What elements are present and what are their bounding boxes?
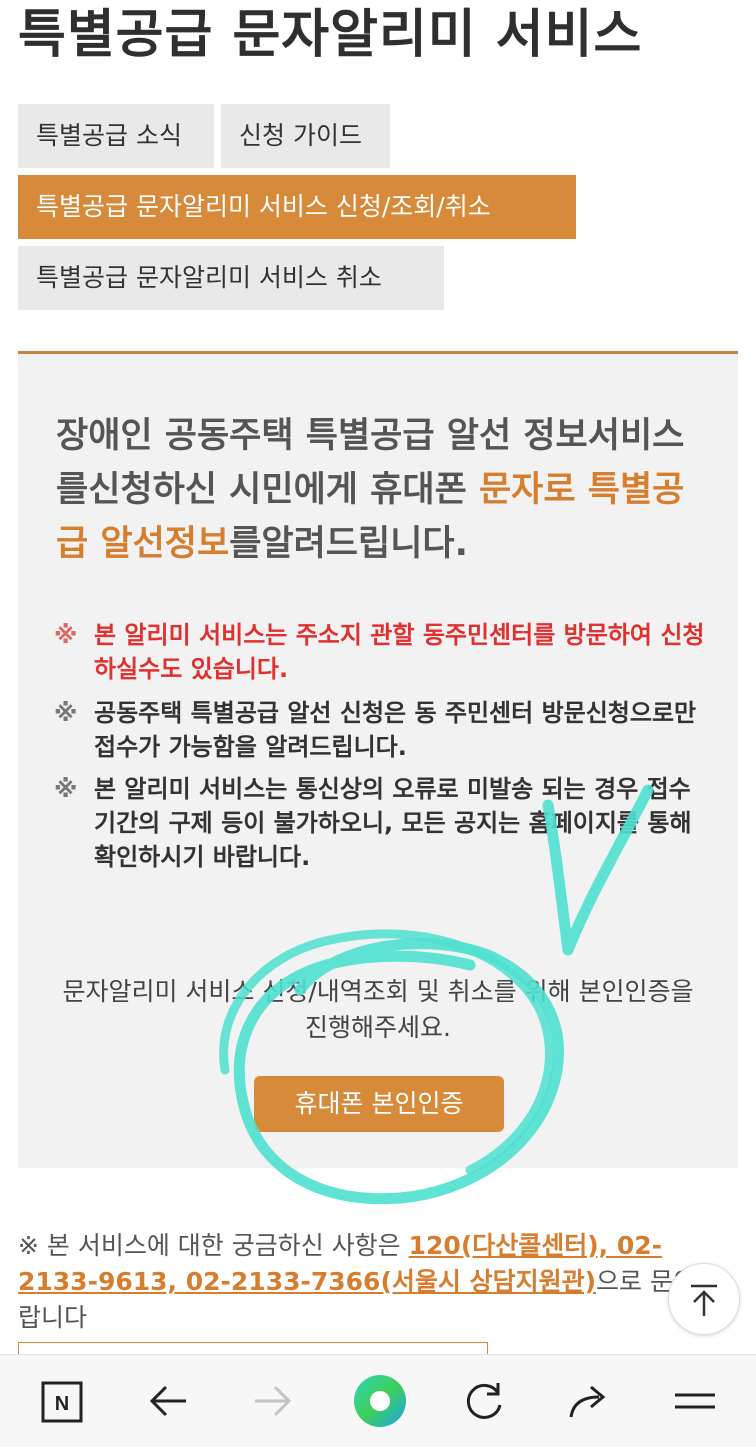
- reference-mark-icon: ※: [54, 775, 78, 803]
- reference-mark-icon: ※: [54, 699, 78, 727]
- notice-text: 본 알리미 서비스는 주소지 관할 동주민센터를 방문하여 신청하실수도 있습니…: [94, 621, 705, 683]
- refresh-icon[interactable]: [454, 1371, 514, 1431]
- naver-n-icon[interactable]: N: [32, 1371, 92, 1431]
- tab-sms-service-cancel[interactable]: 특별공급 문자알리미 서비스 취소: [18, 246, 444, 310]
- browser-bottom-bar: N: [0, 1354, 756, 1447]
- contact-prefix: ※ 본 서비스에 대한 궁금하신 사항은: [18, 1231, 409, 1260]
- auth-instruction: 문자알리미 서비스 신청/내역조회 및 취소를 위해 본인인증을 진행해주세요.: [62, 977, 694, 1042]
- notice-item: ※ 본 알리미 서비스는 통신상의 오류로 미발송 되는 경우 접수 기간의 구…: [54, 772, 714, 874]
- page-title: 특별공급 문자알리미 서비스: [18, 5, 643, 65]
- menu-icon[interactable]: [665, 1371, 725, 1431]
- back-arrow-icon[interactable]: [138, 1371, 198, 1431]
- arrow-up-icon: [691, 1284, 717, 1316]
- notice-text: 본 알리미 서비스는 통신상의 오류로 미발송 되는 경우 접수 기간의 구제 …: [94, 775, 692, 871]
- notice-item: ※ 공동주택 특별공급 알선 신청은 동 주민센터 방문신청으로만 접수가 가능…: [54, 696, 714, 764]
- tab-application-guide[interactable]: 신청 가이드: [221, 104, 390, 168]
- headline-text-2: 를알려드립니다.: [229, 524, 468, 564]
- naver-n-label: N: [55, 1393, 69, 1415]
- phone-auth-button[interactable]: 휴대폰 본인인증: [254, 1076, 504, 1132]
- contact-info: ※ 본 서비스에 대한 궁금하신 사항은 120(다산콜센터), 02-2133…: [18, 1228, 738, 1336]
- forward-arrow-icon[interactable]: [243, 1371, 303, 1431]
- green-circle-icon[interactable]: [350, 1371, 410, 1431]
- panel-headline: 장애인 공동주택 특별공급 알선 정보서비스를신청하신 시민에게 휴대폰 문자로…: [56, 409, 706, 571]
- reference-mark-icon: ※: [54, 621, 78, 649]
- tab-special-supply-news[interactable]: 특별공급 소식: [18, 104, 214, 168]
- scroll-to-top-button[interactable]: [668, 1263, 740, 1335]
- tab-sms-service-apply[interactable]: 특별공급 문자알리미 서비스 신청/조회/취소: [18, 175, 576, 239]
- notice-text: 공동주택 특별공급 알선 신청은 동 주민센터 방문신청으로만 접수가 가능함을…: [94, 699, 697, 761]
- share-icon[interactable]: [559, 1371, 619, 1431]
- info-panel: 장애인 공동주택 특별공급 알선 정보서비스를신청하신 시민에게 휴대폰 문자로…: [18, 354, 738, 1168]
- notice-item: ※ 본 알리미 서비스는 주소지 관할 동주민센터를 방문하여 신청하실수도 있…: [54, 618, 714, 686]
